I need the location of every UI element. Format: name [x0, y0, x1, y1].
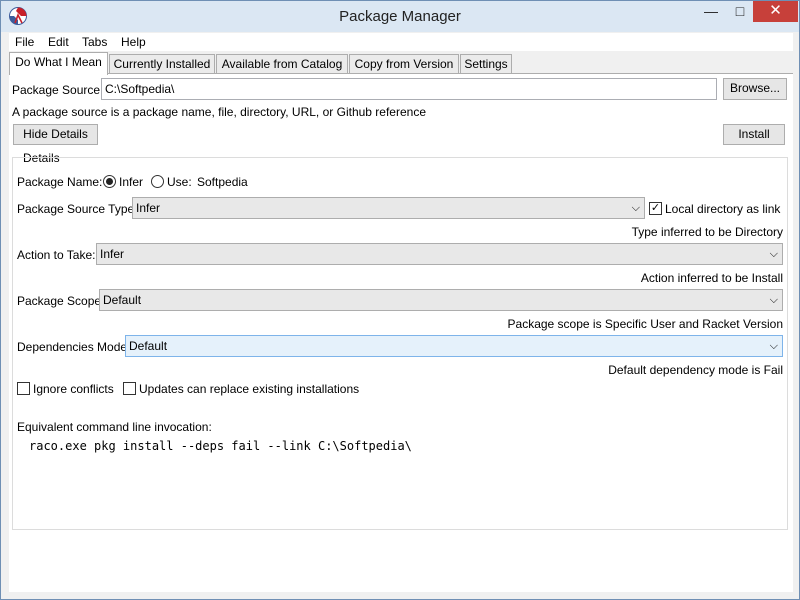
package-scope-select[interactable]: Default ⌵: [99, 289, 783, 311]
package-scope-value: Default: [103, 293, 142, 307]
chevron-down-icon: ⌵: [769, 248, 778, 260]
ignore-conflicts-checkbox[interactable]: [17, 382, 30, 395]
chevron-down-icon: ⌵: [769, 294, 778, 306]
scope-note: Package scope is Specific User and Racke…: [507, 317, 783, 331]
minimize-icon[interactable]: —: [697, 1, 725, 22]
use-radio-label: Use:: [167, 175, 192, 189]
package-manager-window: Package Manager — □ ✕ File Edit Tabs Hel…: [0, 0, 800, 600]
menu-file[interactable]: File: [15, 35, 34, 49]
close-icon[interactable]: ✕: [753, 1, 798, 22]
updates-replace-checkbox[interactable]: [123, 382, 136, 395]
package-source-type-select[interactable]: Infer ⌵: [132, 197, 645, 219]
package-source-hint: A package source is a package name, file…: [12, 105, 426, 119]
deps-note: Default dependency mode is Fail: [608, 363, 783, 377]
infer-radio[interactable]: [103, 175, 116, 188]
package-name-label: Package Name:: [17, 175, 103, 189]
package-source-type-label: Package Source Type:: [17, 202, 138, 216]
hide-details-button[interactable]: Hide Details: [13, 124, 98, 145]
dependencies-mode-label: Dependencies Mode:: [17, 340, 131, 354]
maximize-icon[interactable]: □: [726, 1, 754, 22]
menu-bar: File Edit Tabs Help: [9, 33, 793, 51]
action-to-take-label: Action to Take:: [17, 248, 96, 262]
tab-copy-from-version[interactable]: Copy from Version: [349, 54, 459, 74]
dependencies-mode-value: Default: [129, 339, 168, 353]
title-bar: Package Manager — □ ✕: [1, 1, 799, 32]
chevron-down-icon: ⌵: [769, 340, 778, 352]
tab-available-from-catalog[interactable]: Available from Catalog: [216, 54, 348, 74]
tab-strip: Do What I Mean Currently Installed Avail…: [9, 52, 793, 75]
action-to-take-select[interactable]: Infer ⌵: [96, 243, 783, 265]
menu-edit[interactable]: Edit: [48, 35, 69, 49]
menu-help[interactable]: Help: [121, 35, 146, 49]
action-to-take-value: Infer: [100, 247, 125, 261]
command-line-value: raco.exe pkg install --deps fail --link …: [29, 439, 412, 453]
ignore-conflicts-label: Ignore conflicts: [33, 382, 114, 396]
package-scope-label: Package Scope:: [17, 294, 105, 308]
updates-replace-label: Updates can replace existing installatio…: [139, 382, 360, 396]
package-source-input[interactable]: C:\Softpedia\: [101, 78, 717, 100]
install-button[interactable]: Install: [723, 124, 785, 145]
window-title: Package Manager: [339, 8, 461, 25]
package-name-value: Softpedia: [197, 175, 248, 189]
command-line-label: Equivalent command line invocation:: [17, 420, 212, 434]
do-what-i-mean-panel: Package Source: C:\Softpedia\ Browse... …: [9, 73, 793, 592]
infer-radio-label: Infer: [119, 175, 144, 189]
package-source-label: Package Source:: [12, 83, 104, 97]
tab-currently-installed[interactable]: Currently Installed: [109, 54, 215, 74]
tab-do-what-i-mean[interactable]: Do What I Mean: [9, 52, 108, 75]
source-type-note: Type inferred to be Directory: [631, 225, 783, 239]
action-note: Action inferred to be Install: [640, 271, 783, 285]
menu-tabs[interactable]: Tabs: [82, 35, 107, 49]
use-radio[interactable]: [151, 175, 164, 188]
chevron-down-icon: ⌵: [631, 202, 640, 214]
tab-settings[interactable]: Settings: [460, 54, 512, 74]
package-source-type-value: Infer: [136, 201, 161, 215]
dependencies-mode-select[interactable]: Default ⌵: [125, 335, 783, 357]
browse-button[interactable]: Browse...: [723, 78, 787, 100]
local-directory-label: Local directory as link: [665, 202, 781, 216]
local-directory-checkbox[interactable]: ✓: [649, 202, 662, 215]
